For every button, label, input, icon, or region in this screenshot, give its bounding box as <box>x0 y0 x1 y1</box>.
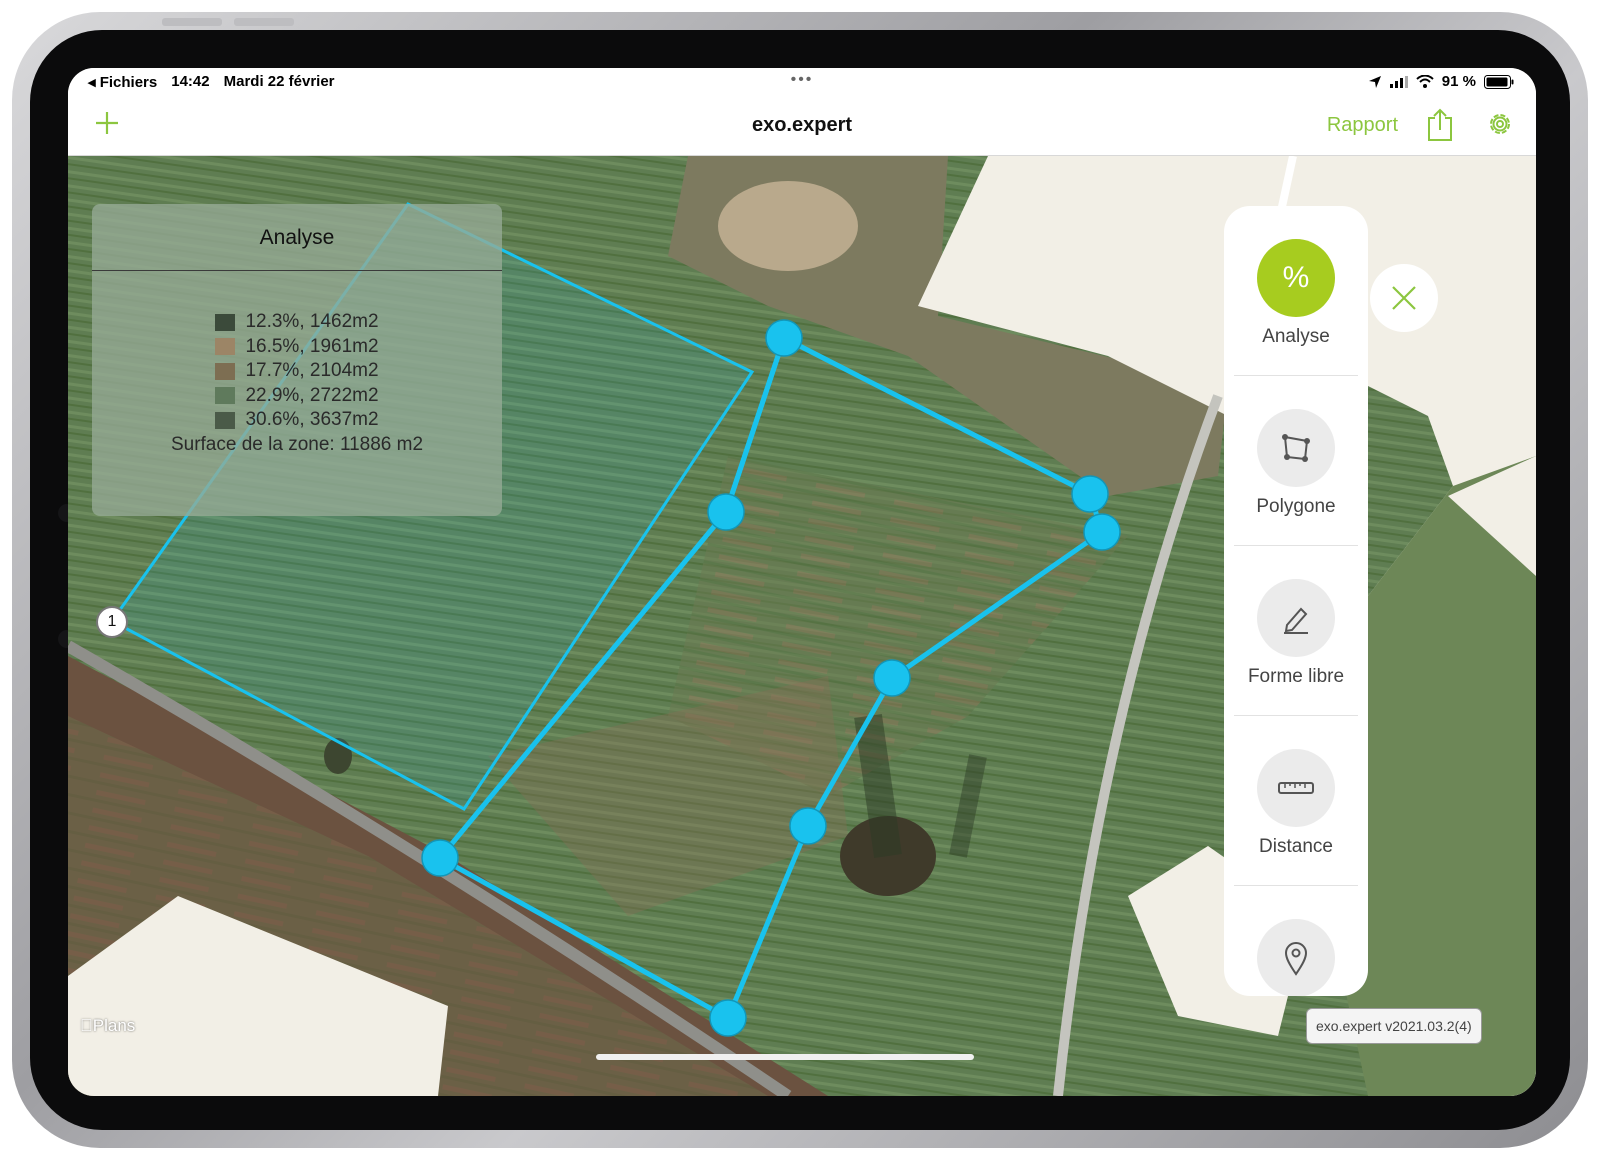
analysis-legend: 12.3%, 1462m2 16.5%, 1961m2 17.7%, 2104m… <box>92 310 502 457</box>
ruler-icon <box>1257 749 1335 827</box>
close-button[interactable] <box>1370 264 1438 332</box>
map-pin-icon <box>1257 919 1335 996</box>
map-view[interactable]: Analyse 12.3%, 1462m2 16.5%, 1961m2 17.7… <box>68 156 1536 1096</box>
wifi-icon <box>1416 75 1434 88</box>
legend-row: 16.5%, 1961m2 <box>92 335 502 360</box>
legend-label: 30.6%, 3637m2 <box>245 409 379 430</box>
legend-label: 12.3%, 1462m2 <box>245 311 379 332</box>
battery-percent: 91 % <box>1441 73 1476 90</box>
home-indicator[interactable] <box>596 1054 974 1060</box>
tool-palette: % Analyse Polygone Forme libre Distance <box>1224 206 1368 996</box>
location-arrow-icon <box>1368 75 1381 88</box>
status-bar: ◂ Fichiers 14:42 Mardi 22 février ••• 91… <box>68 68 1536 94</box>
status-date: Mardi 22 février <box>223 73 335 90</box>
version-label: exo.expert v2021.03.2(4) <box>1306 1008 1482 1044</box>
add-icon[interactable] <box>92 108 122 138</box>
legend-row: 22.9%, 2722m2 <box>92 384 502 409</box>
app-title: exo.expert <box>751 114 853 136</box>
map-attribution[interactable]: Plans <box>80 1016 135 1036</box>
tool-label: Distance <box>1259 836 1333 857</box>
analyse-panel-title: Analyse <box>259 226 335 249</box>
divider <box>92 270 502 271</box>
polygon-number-marker[interactable]: 1 <box>96 606 128 638</box>
analyse-panel: Analyse 12.3%, 1462m2 16.5%, 1961m2 17.7… <box>92 204 502 516</box>
close-icon <box>1392 286 1416 310</box>
legend-row: 12.3%, 1462m2 <box>92 310 502 335</box>
legend-label: 16.5%, 1961m2 <box>245 335 379 357</box>
status-time: 14:42 <box>171 73 210 90</box>
tool-polygone[interactable]: Polygone <box>1224 376 1368 546</box>
legend-swatch <box>215 313 236 331</box>
tool-marker[interactable] <box>1224 886 1368 996</box>
battery-icon <box>1484 74 1514 89</box>
legend-row: 30.6%, 3637m2 <box>92 408 502 433</box>
screen: ◂ Fichiers 14:42 Mardi 22 février ••• 91… <box>68 68 1536 1096</box>
share-icon[interactable] <box>1426 108 1454 142</box>
legend-label: 22.9%, 2722m2 <box>245 384 379 406</box>
rapport-button[interactable]: Rapport <box>1327 114 1398 137</box>
legend-swatch <box>215 338 236 356</box>
zone-surface-text: Surface de la zone: 11886 m2 <box>170 433 424 455</box>
tool-label: Polygone <box>1256 496 1336 517</box>
tool-analyse[interactable]: % Analyse <box>1224 206 1368 376</box>
legend-swatch <box>215 411 236 429</box>
tool-label: Forme libre <box>1247 666 1345 687</box>
polygon-icon <box>1257 409 1335 487</box>
legend-label: 17.7%, 2104m2 <box>245 360 379 381</box>
legend-row: 17.7%, 2104m2 <box>92 359 502 384</box>
volume-button <box>162 18 222 26</box>
multitasking-dots[interactable]: ••• <box>791 71 814 89</box>
gear-icon[interactable] <box>1486 110 1514 138</box>
signal-icon <box>1389 75 1408 88</box>
legend-swatch <box>215 387 236 405</box>
tool-label: Analyse <box>1262 326 1330 347</box>
volume-button <box>234 18 294 26</box>
navigation-bar: exo.expert Rapport <box>68 94 1536 156</box>
back-to-app-link[interactable]: ◂ Fichiers <box>88 73 157 91</box>
percent-icon: % <box>1257 239 1335 317</box>
tool-distance[interactable]: Distance <box>1224 716 1368 886</box>
pencil-icon <box>1257 579 1335 657</box>
tool-forme-libre[interactable]: Forme libre <box>1224 546 1368 716</box>
legend-swatch <box>215 362 236 380</box>
